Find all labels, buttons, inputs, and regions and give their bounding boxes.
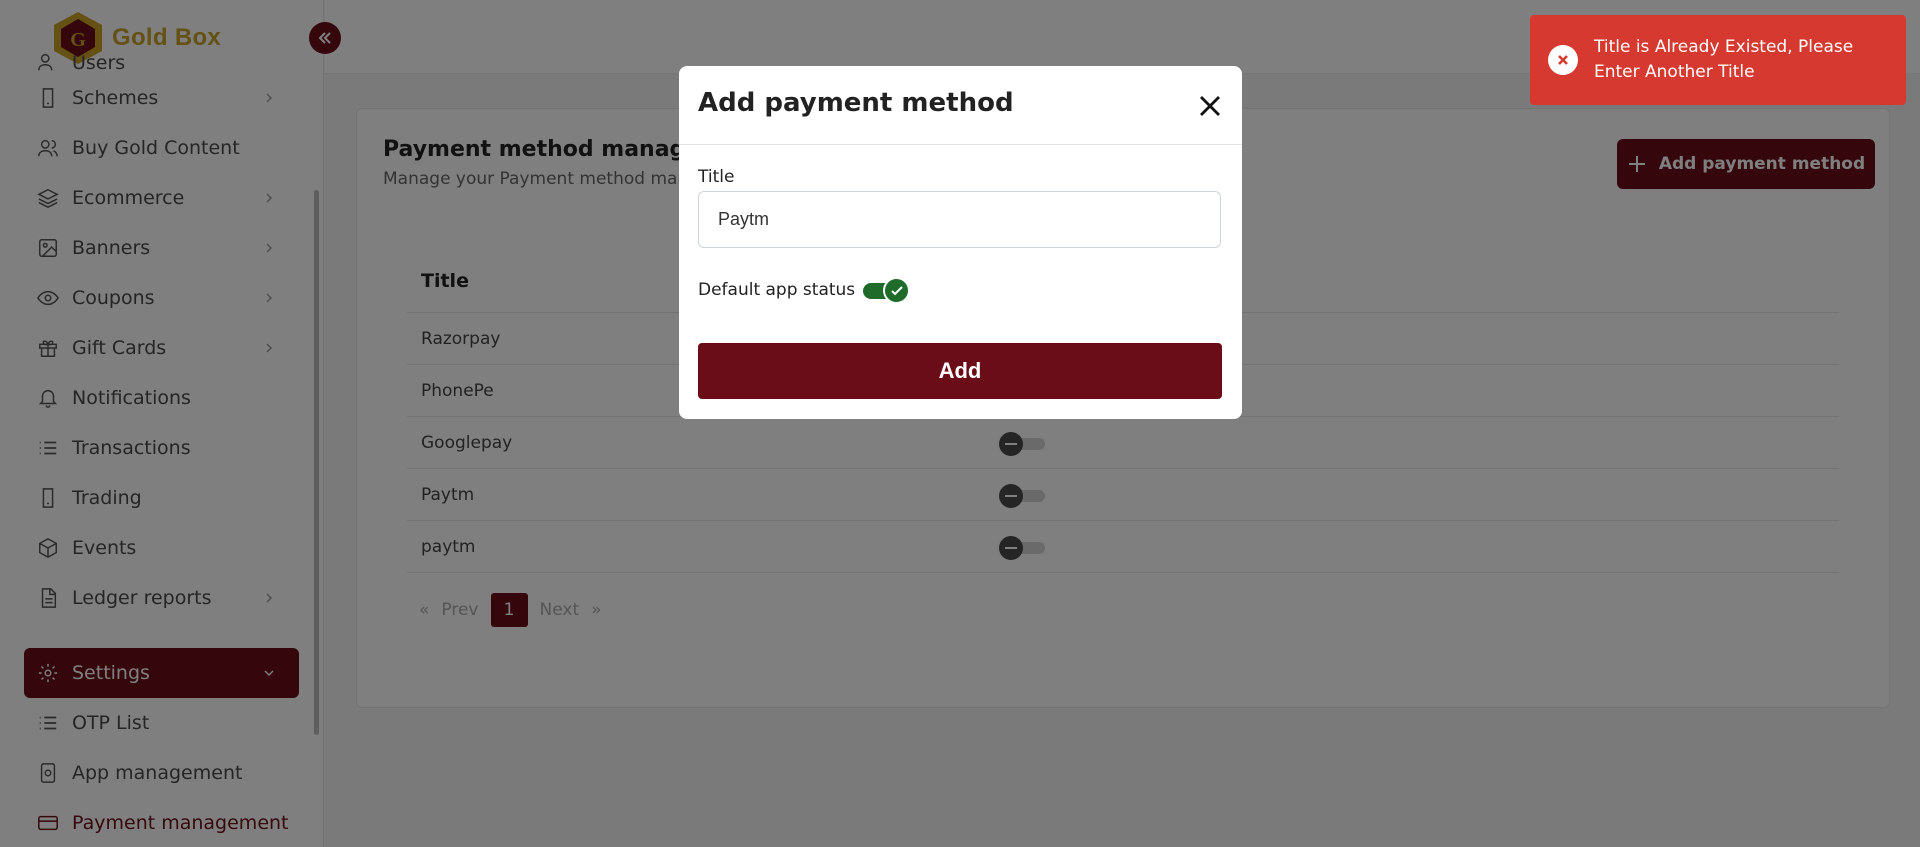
- title-field-label: Title: [698, 167, 735, 187]
- title-input[interactable]: [698, 191, 1221, 248]
- check-icon: [890, 285, 903, 295]
- default-app-status-toggle[interactable]: [863, 277, 911, 304]
- add-payment-method-modal: Add payment method Title Default app sta…: [679, 66, 1242, 419]
- modal-header: Add payment method: [679, 66, 1242, 145]
- error-toast[interactable]: Title is Already Existed, Please Enter A…: [1530, 15, 1906, 105]
- default-app-status-label: Default app status: [698, 280, 856, 300]
- close-icon[interactable]: [1196, 92, 1224, 120]
- modal-title: Add payment method: [698, 88, 1014, 118]
- toast-message: Title is Already Existed, Please Enter A…: [1594, 37, 1854, 82]
- error-icon: [1548, 45, 1578, 75]
- add-submit-button[interactable]: Add: [698, 343, 1222, 399]
